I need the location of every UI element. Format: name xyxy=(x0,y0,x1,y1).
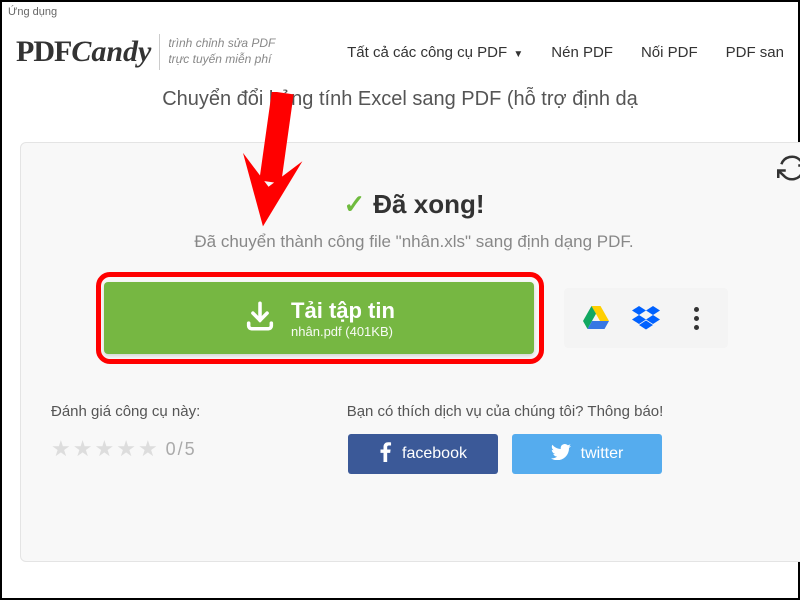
rating-score: 0/5 xyxy=(166,439,197,460)
logo-tagline: trình chỉnh sửa PDF trực tuyến miễn phí xyxy=(168,36,275,67)
more-options-icon[interactable] xyxy=(682,304,710,332)
chevron-down-icon: ▼ xyxy=(513,49,523,60)
twitter-icon xyxy=(551,444,571,465)
star-icon: ★ xyxy=(116,436,138,462)
download-label: Tải tập tin xyxy=(291,298,395,324)
rating-section: Đánh giá công cụ này: ★★★★★ 0/5 xyxy=(51,402,211,474)
star-icon: ★ xyxy=(138,436,160,462)
nav-all-tools[interactable]: Tất cả các công cụ PDF ▼ xyxy=(347,44,523,61)
star-icon: ★ xyxy=(94,436,116,462)
cloud-options xyxy=(564,288,728,348)
done-message: Đã chuyển thành công file "nhân.xls" san… xyxy=(51,232,777,252)
done-title: Đã xong! xyxy=(373,189,484,219)
nav-pdf-to[interactable]: PDF san xyxy=(726,44,784,61)
result-card: ✓ Đã xong! Đã chuyển thành công file "nhâ… xyxy=(20,142,800,562)
facebook-button[interactable]: facebook xyxy=(348,434,498,474)
download-filename: nhân.pdf (401KB) xyxy=(291,324,395,339)
nav-all-tools-label: Tất cả các công cụ PDF xyxy=(347,44,507,61)
download-button[interactable]: Tải tập tin nhân.pdf (401KB) xyxy=(104,282,534,354)
logo-separator xyxy=(159,34,160,70)
logo-text-candy: Candy xyxy=(71,35,151,69)
star-icon: ★ xyxy=(73,436,95,462)
share-label: Bạn có thích dịch vụ của chúng tôi? Thôn… xyxy=(233,402,777,422)
logo[interactable]: PDFCandy trình chỉnh sửa PDF trực tuyến … xyxy=(16,34,275,70)
page-subtitle: Chuyển đổi bảng tính Excel sang PDF (hỗ … xyxy=(2,82,798,117)
download-area: Tải tập tin nhân.pdf (401KB) xyxy=(104,282,724,354)
logo-tagline-2: trực tuyến miễn phí xyxy=(168,52,275,68)
nav-merge[interactable]: Nối PDF xyxy=(641,44,698,61)
app-label: Ứng dụng xyxy=(8,6,57,18)
share-section: Bạn có thích dịch vụ của chúng tôi? Thôn… xyxy=(233,402,777,474)
done-heading: ✓ Đã xong! xyxy=(51,189,777,220)
rating-stars[interactable]: ★★★★★ 0/5 xyxy=(51,436,211,462)
logo-tagline-1: trình chỉnh sửa PDF xyxy=(168,36,275,52)
nav-compress[interactable]: Nén PDF xyxy=(551,44,613,61)
facebook-label: facebook xyxy=(402,445,467,463)
header: PDFCandy trình chỉnh sửa PDF trực tuyến … xyxy=(2,22,798,82)
dropbox-icon[interactable] xyxy=(632,304,660,332)
google-drive-icon[interactable] xyxy=(582,304,610,332)
download-icon xyxy=(243,299,277,338)
twitter-button[interactable]: twitter xyxy=(512,434,662,474)
star-icon: ★ xyxy=(51,436,73,462)
logo-text-pdf: PDF xyxy=(16,35,71,69)
twitter-label: twitter xyxy=(581,445,624,463)
bottom-row: Đánh giá công cụ này: ★★★★★ 0/5 Bạn có t… xyxy=(51,402,777,474)
refresh-icon[interactable] xyxy=(777,153,800,188)
nav: Tất cả các công cụ PDF ▼ Nén PDF Nối PDF… xyxy=(347,44,784,61)
check-icon: ✓ xyxy=(343,189,365,219)
rating-label: Đánh giá công cụ này: xyxy=(51,402,211,422)
facebook-icon xyxy=(379,442,392,467)
